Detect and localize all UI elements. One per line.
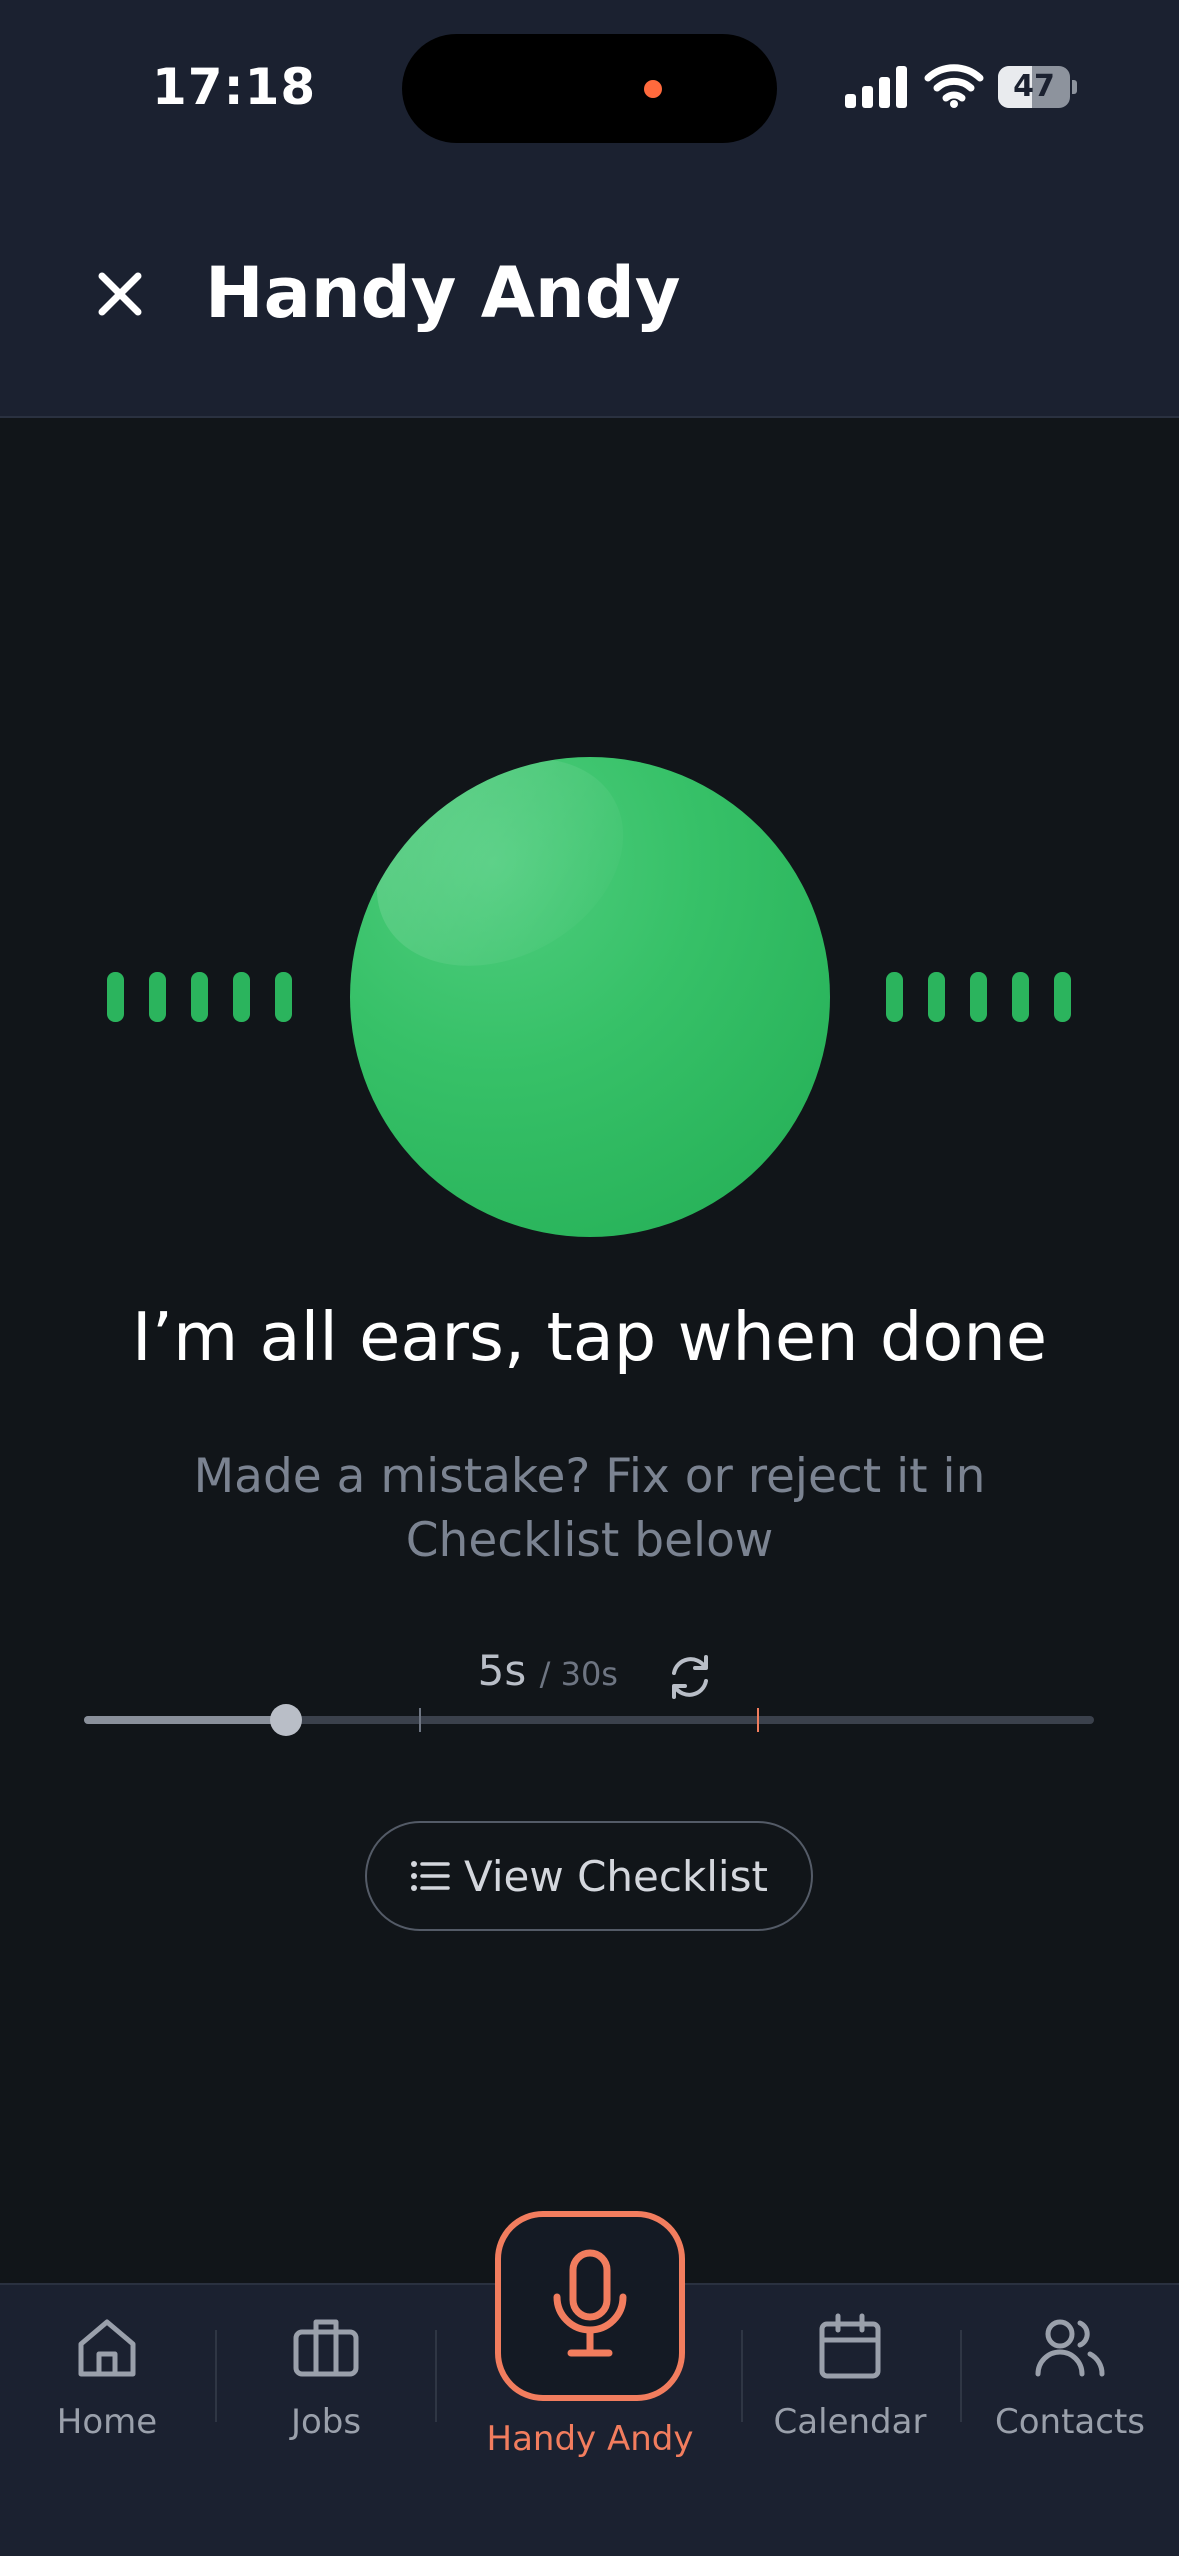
briefcase-icon [293,2319,359,2377]
nav-label-home: Home [56,2402,158,2442]
close-icon[interactable] [84,258,156,330]
microphone-icon [553,2249,627,2357]
nav-label-calendar: Calendar [773,2402,927,2442]
nav-item-home[interactable]: Home [7,2312,207,2462]
page-title: Handy Andy [205,252,681,334]
recording-indicator-dot [644,80,662,98]
nav-label-contacts: Contacts [995,2402,1145,2442]
audio-level-bars-right [886,972,1076,1022]
nav-item-contacts[interactable]: Contacts [970,2312,1170,2462]
listening-orb-button[interactable] [350,757,830,1237]
nav-divider [215,2330,217,2422]
timer-total: / 30s [539,1655,618,1693]
view-checklist-button[interactable]: View Checklist [365,1821,813,1931]
progress-marker [419,1708,421,1732]
progress-limit-marker [757,1708,759,1732]
orb-highlight [350,757,660,1007]
nav-divider [741,2330,743,2422]
status-time: 17:18 [152,58,317,116]
recording-timer: 5s / 30s [0,1646,1179,1695]
timer-elapsed: 5s [477,1646,527,1695]
battery-percentage: 47 [1013,69,1055,104]
reset-icon[interactable] [664,1651,716,1703]
nav-item-calendar[interactable]: Calendar [750,2312,950,2462]
calendar-icon [819,2313,881,2379]
listening-subtext: Made a mistake? Fix or reject it in Chec… [193,1449,986,1568]
nav-label-jobs: Jobs [290,2402,362,2442]
view-checklist-label: View Checklist [464,1851,768,1901]
listening-headline: I’m all ears, tap when done [131,1298,1048,1376]
nav-divider [960,2330,962,2422]
nav-label-handy-andy[interactable]: Handy Andy [430,2419,750,2459]
users-icon [1035,2319,1105,2377]
handy-andy-mic-button[interactable] [495,2211,685,2401]
list-icon [411,1861,450,1891]
recording-progress-track [84,1716,1094,1724]
dynamic-island [402,34,777,143]
audio-level-bars-left [107,972,297,1022]
recording-progress-fill [84,1716,286,1724]
home-icon [78,2319,136,2377]
progress-slider-thumb[interactable] [270,1704,302,1736]
nav-item-jobs[interactable]: Jobs [226,2312,426,2462]
wifi-icon [924,64,984,108]
battery-indicator: 47 [998,66,1077,108]
nav-divider [435,2330,437,2422]
cellular-signal-icon [845,66,907,108]
